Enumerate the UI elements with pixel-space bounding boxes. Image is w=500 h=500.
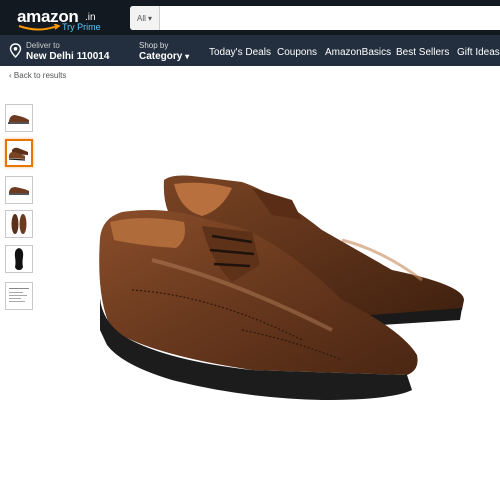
product-main-image[interactable] [92,170,467,410]
shoe-sole-icon [14,248,24,270]
deliver-location: New Delhi 110014 [26,51,110,62]
deliver-label: Deliver to [26,41,60,50]
header: amazon .in Try Prime All ▾ Deliver to Ne… [0,0,500,66]
deliver-to-location[interactable]: Deliver to New Delhi 110014 [9,40,129,64]
chevron-down-icon: ▾ [185,52,190,61]
search-category-label: All [137,13,146,23]
back-to-results-link[interactable]: ‹ Back to results [9,71,66,80]
thumbnail-pair-angled-view[interactable] [5,139,33,167]
try-prime-link[interactable]: Try Prime [62,22,101,32]
thumbnail-pair-side-view[interactable] [5,104,33,132]
search-category-dropdown[interactable]: All ▾ [130,6,160,30]
search-input[interactable] [161,6,500,30]
shoe-thumbnail-icon [11,214,27,234]
amazon-logo[interactable]: amazon .in Try Prime [15,5,120,32]
shoe-thumbnail-icon [9,187,29,195]
thumbnail-sole-view[interactable] [5,245,33,273]
location-pin-icon [9,43,22,58]
smile-icon [18,24,61,31]
header-top-bar: amazon .in Try Prime All ▾ [0,0,500,35]
thumbnail-size-chart[interactable] [5,282,33,310]
thumbnail-single-side-view[interactable] [5,176,33,204]
size-chart-icon [9,288,29,302]
nav-amazonbasics[interactable]: AmazonBasics [325,47,391,58]
shoe-thumbnail-icon [8,115,29,124]
nav-gift-ideas[interactable]: Gift Ideas [457,47,500,58]
nav-todays-deals[interactable]: Today's Deals [209,47,271,58]
shoe-thumbnail-icon [8,147,28,161]
shop-by-label: Shop by [139,41,169,50]
nav-best-sellers[interactable]: Best Sellers [396,47,449,58]
thumbnail-pair-top-view[interactable] [5,210,33,238]
chevron-down-icon: ▾ [147,13,152,23]
category-text: Category [139,51,183,62]
nav-coupons[interactable]: Coupons [277,47,317,58]
shop-by-category-label: Category ▾ [139,51,189,62]
search-bar: All ▾ [130,6,500,30]
back-to-results-label: Back to results [13,71,67,80]
chevron-left-icon: ‹ [9,71,12,80]
shop-by-category-menu[interactable]: Shop by Category ▾ [139,40,199,64]
